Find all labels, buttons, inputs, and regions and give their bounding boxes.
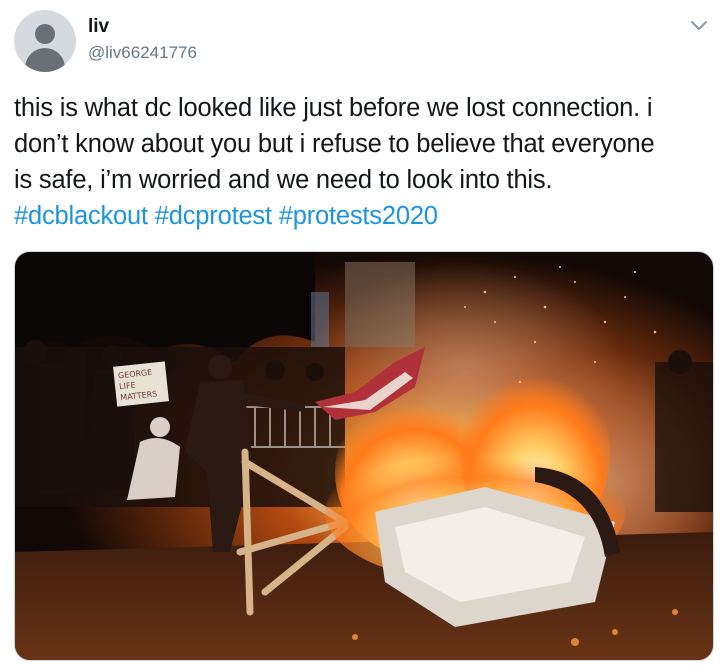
tweet-photo[interactable]: GEORGE LIFE MATTERS bbox=[14, 251, 714, 661]
author-handle[interactable]: @liv66241776 bbox=[88, 43, 197, 63]
author-name[interactable]: liv bbox=[88, 16, 109, 38]
chevron-down-icon[interactable] bbox=[688, 14, 710, 36]
protest-fire-photo: GEORGE LIFE MATTERS bbox=[15, 252, 713, 660]
svg-text:LIFE: LIFE bbox=[119, 381, 136, 392]
protest-sign: GEORGE LIFE MATTERS bbox=[113, 361, 169, 407]
default-avatar-icon[interactable] bbox=[14, 10, 76, 72]
tweet-text: this is what dc looked like just before … bbox=[14, 90, 714, 234]
tweet-line: is safe, i’m worried and we need to look… bbox=[14, 166, 553, 194]
hashtag-link[interactable]: #dcblackout bbox=[14, 202, 148, 230]
hashtag-link[interactable]: #dcprotest bbox=[155, 202, 272, 230]
hashtag-link[interactable]: #protests2020 bbox=[279, 202, 438, 230]
tweet-line: don’t know about you but i refuse to bel… bbox=[14, 130, 655, 158]
tweet-line: this is what dc looked like just before … bbox=[14, 94, 653, 122]
hashtag-row: #dcblackout #dcprotest #protests2020 bbox=[14, 198, 714, 234]
